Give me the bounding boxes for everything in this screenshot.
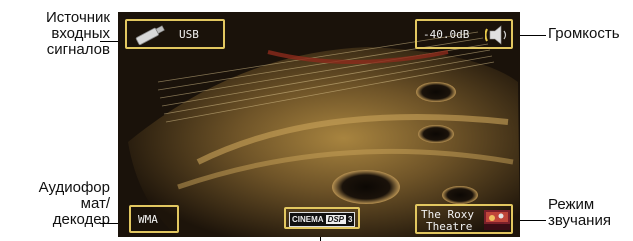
tv-screen: USB -40.0dB WMA CINEMA DSP 3 The Roxy Th… <box>118 12 520 237</box>
input-source-box: USB <box>125 19 225 49</box>
sound-program-box: The Roxy Theatre <box>415 204 513 234</box>
audio-format-value: WMA <box>138 213 158 226</box>
callout-volume: Громкость <box>548 25 620 42</box>
callout-sound-mode: Режим звучания <box>548 196 611 229</box>
volume-box: -40.0dB <box>415 19 513 49</box>
callout-audio-format: Аудиофор мат/ декодер <box>38 179 110 228</box>
input-source-label: USB <box>179 28 199 41</box>
dsp-number: 3 <box>348 215 353 224</box>
theatre-thumbnail-icon <box>484 210 510 230</box>
usb-stick-icon <box>135 25 165 45</box>
speaker-icon <box>485 25 507 45</box>
volume-value: -40.0dB <box>423 28 470 41</box>
cinema-label: CINEMA <box>292 215 324 224</box>
callout-input-source: Источник входных сигналов <box>45 9 110 58</box>
sound-program-line2: Theatre <box>426 220 473 233</box>
audio-format-box: WMA <box>129 205 179 233</box>
cinema-dsp-badge: CINEMA DSP 3 <box>289 212 356 227</box>
cinema-dsp-box: CINEMA DSP 3 <box>284 207 360 229</box>
dsp-label: DSP <box>325 215 347 224</box>
